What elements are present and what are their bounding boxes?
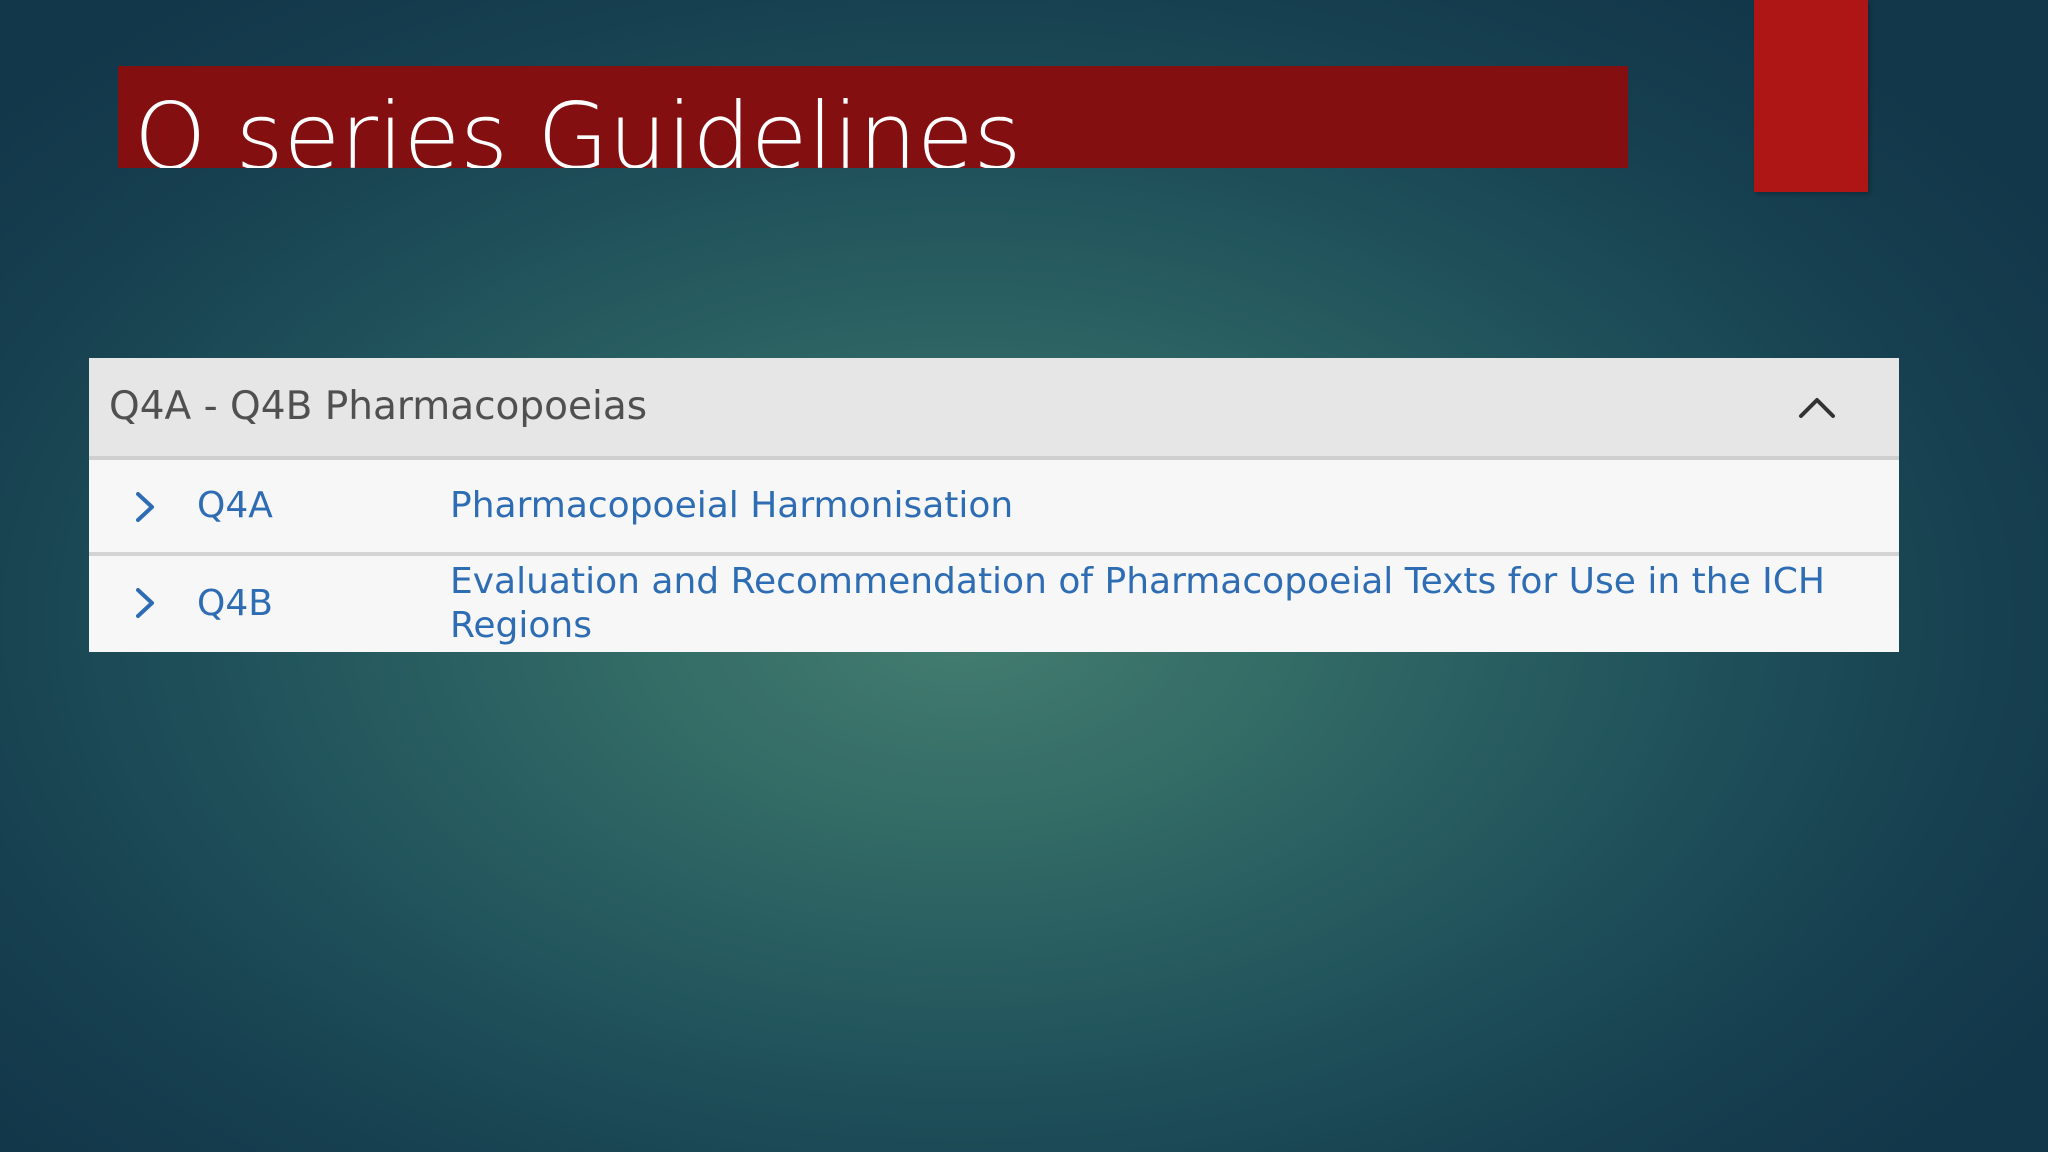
accordion-header[interactable]: Q4A - Q4B Pharmacopoeias	[89, 358, 1899, 460]
guideline-code[interactable]: Q4A	[197, 484, 273, 528]
chevron-up-icon[interactable]	[1795, 386, 1839, 430]
chevron-right-icon[interactable]	[127, 490, 161, 524]
guideline-title[interactable]: Evaluation and Recommendation of Pharmac…	[450, 560, 1880, 648]
slide: Q series Guidelines Q4A - Q4B Pharmacopo…	[0, 0, 2048, 1152]
accent-block	[1754, 0, 1868, 192]
pharmacopoeias-accordion: Q4A - Q4B Pharmacopoeias Q4A Pharmacopoe…	[89, 358, 1899, 652]
chevron-right-icon[interactable]	[127, 586, 161, 620]
accordion-row-q4b[interactable]: Q4B Evaluation and Recommendation of Pha…	[89, 556, 1899, 652]
guideline-title[interactable]: Pharmacopoeial Harmonisation	[450, 484, 1880, 528]
accordion-row-q4a[interactable]: Q4A Pharmacopoeial Harmonisation	[89, 460, 1899, 556]
accordion-header-title: Q4A - Q4B Pharmacopoeias	[109, 384, 648, 429]
title-bar: Q series Guidelines	[118, 66, 1628, 168]
slide-title: Q series Guidelines	[134, 83, 1022, 168]
guideline-code[interactable]: Q4B	[197, 582, 273, 626]
